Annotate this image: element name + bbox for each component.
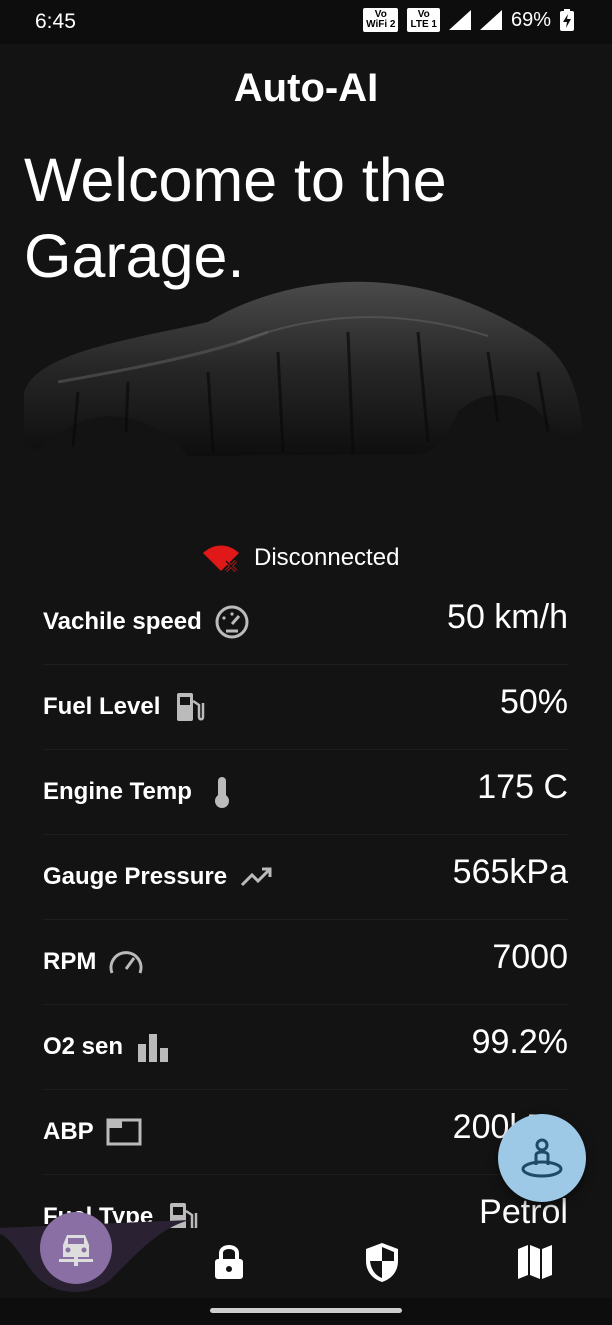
row-value: 175 C: [477, 768, 568, 806]
trending-up-icon: [239, 859, 275, 895]
fuel-pump-icon: [172, 689, 208, 725]
row-value: 50 km/h: [447, 598, 568, 636]
row-value: 7000: [492, 938, 568, 976]
row-label: Vachile speed: [43, 608, 202, 635]
telemetry-row-abp: ABP 200kPa: [43, 1090, 568, 1175]
gauge-icon: [108, 944, 144, 980]
row-value: 50%: [499, 683, 568, 721]
bar-chart-icon: [135, 1029, 171, 1065]
car-icon: [59, 1235, 93, 1266]
window-icon: [106, 1114, 142, 1150]
row-label: Fuel Level: [43, 693, 161, 720]
telemetry-row-o2-sensor: O2 sen 99.2%: [43, 1005, 568, 1090]
vowifi-badge: Vo WiFi 2: [363, 8, 399, 32]
battery-charging-icon: [560, 9, 574, 31]
row-label: Gauge Pressure: [43, 863, 228, 890]
battery-percent: 69%: [510, 8, 551, 31]
row-label: Engine Temp: [43, 778, 192, 805]
volte-badge: Vo LTE 1: [407, 8, 440, 32]
system-navigation-bar: [0, 1298, 612, 1325]
row-value: 99.2%: [471, 1023, 568, 1061]
nav-item-lock[interactable]: [207, 1240, 251, 1284]
row-label: RPM: [43, 948, 97, 975]
status-bar: 6:45 Vo WiFi 2 Vo LTE 1 69%: [0, 0, 612, 44]
row-value: 565kPa: [452, 853, 568, 891]
row-label: ABP: [43, 1118, 94, 1145]
nav-item-map[interactable]: [513, 1240, 557, 1284]
status-time: 6:45: [35, 10, 76, 33]
signal-icon: [448, 10, 471, 30]
connection-status: Disconnected: [202, 543, 399, 573]
nav-item-garage[interactable]: [40, 1212, 112, 1284]
connection-status-label: Disconnected: [254, 544, 400, 571]
telemetry-row-fuel-level: Fuel Level 50%: [43, 665, 568, 750]
person-pin-icon: [521, 1138, 563, 1178]
signal-icon: [479, 10, 502, 30]
map-icon: [518, 1245, 552, 1279]
nav-item-security[interactable]: [360, 1240, 404, 1284]
telemetry-row-engine-temp: Engine Temp 175 C: [43, 750, 568, 835]
locate-fab[interactable]: [498, 1114, 586, 1202]
bottom-navigation: [0, 1212, 612, 1298]
telemetry-list: Vachile speed 50 km/h Fuel Level 50% Eng…: [43, 580, 568, 1260]
telemetry-row-rpm: RPM 7000: [43, 920, 568, 1005]
shield-icon: [366, 1243, 398, 1282]
app-title: Auto-AI: [233, 66, 379, 110]
telemetry-row-gauge-pressure: Gauge Pressure 565kPa: [43, 835, 568, 920]
row-label: O2 sen: [43, 1033, 124, 1060]
telemetry-row-speed: Vachile speed 50 km/h: [43, 580, 568, 665]
speedometer-icon: [214, 604, 250, 640]
wifi-off-icon: [203, 545, 239, 573]
status-icons: Vo WiFi 2 Vo LTE 1 69%: [363, 8, 574, 32]
covered-car-image: [24, 281, 583, 456]
home-gesture-handle[interactable]: [210, 1308, 402, 1313]
lock-icon: [215, 1245, 243, 1279]
thermometer-icon: [204, 774, 240, 810]
